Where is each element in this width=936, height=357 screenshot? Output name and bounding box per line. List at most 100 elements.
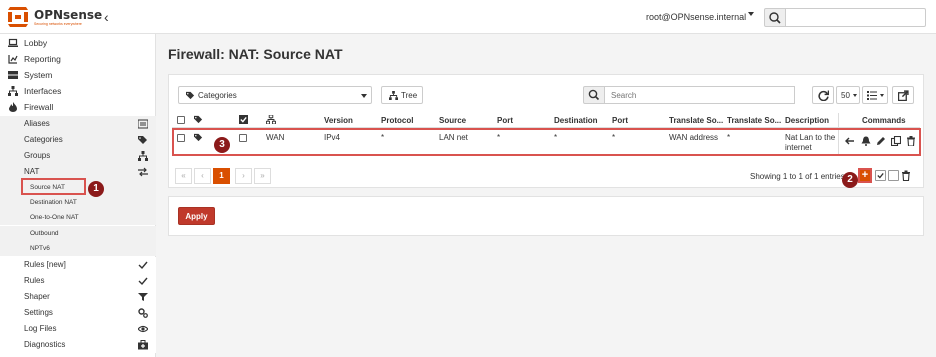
column-header[interactable]: Port	[497, 116, 547, 125]
checked-box-icon	[239, 115, 248, 124]
sidebar-item-outbound[interactable]: Outbound	[0, 226, 156, 241]
sidebar-item-reporting[interactable]: Reporting	[0, 51, 156, 67]
annotation-badge-2: 2	[842, 172, 858, 188]
sitemap-icon	[389, 91, 398, 100]
sidebar-item-destination-nat[interactable]: Destination NAT	[0, 195, 156, 210]
sidebar-item-one-to-one-nat[interactable]: One-to-One NAT	[0, 210, 156, 225]
tags-icon	[138, 136, 147, 144]
rule-row-highlight	[172, 128, 921, 156]
sidebar-item-label: Categories	[24, 135, 63, 144]
pager-last[interactable]: »	[254, 168, 271, 184]
sidebar-item-label: NPTv6	[30, 245, 50, 252]
sidebar-item-interfaces[interactable]: Interfaces	[0, 83, 156, 99]
sidebar-item-firewall[interactable]: Firewall	[0, 99, 156, 115]
column-header[interactable]: Description	[785, 116, 839, 125]
sidebar-item-aliases[interactable]: Aliases	[0, 116, 156, 132]
server-icon	[8, 71, 18, 79]
search-input[interactable]	[605, 86, 795, 104]
opnsense-logo-icon	[8, 7, 28, 27]
exchange-icon	[138, 167, 148, 177]
search-icon	[588, 89, 600, 101]
refresh-button[interactable]	[812, 86, 834, 104]
tree-label: Tree	[401, 91, 418, 100]
pager-next[interactable]: ›	[235, 168, 252, 184]
categories-select[interactable]: Categories	[178, 86, 372, 104]
tag-icon	[186, 91, 195, 100]
sidebar-item-rules[interactable]: Rules	[0, 273, 156, 289]
enable-selected-button[interactable]	[875, 170, 886, 181]
caret-down-icon[interactable]	[748, 12, 754, 16]
search-button[interactable]	[583, 86, 605, 104]
share-icon	[898, 90, 909, 101]
sidebar-item-log-files[interactable]: Log Files	[0, 321, 156, 337]
check-icon	[877, 173, 884, 179]
add-rule-button[interactable]: +	[858, 168, 872, 183]
column-header[interactable]: Port	[612, 116, 662, 125]
page-title: Firewall: NAT: Source NAT	[168, 46, 343, 62]
sidebar-item-shaper[interactable]: Shaper	[0, 289, 156, 305]
sidebar-item-diagnostics[interactable]: Diagnostics	[0, 337, 156, 353]
sidebar-item-label: Settings	[24, 308, 53, 317]
pager-first[interactable]: «	[175, 168, 192, 184]
column-header: Commands	[862, 116, 906, 125]
column-header[interactable]: Source	[439, 116, 489, 125]
sidebar-item-label: Firewall	[24, 102, 54, 112]
chart-icon	[8, 55, 18, 64]
apply-panel	[168, 196, 924, 236]
list-icon	[138, 119, 148, 129]
sidebar-item-label: Shaper	[24, 292, 50, 301]
sidebar-item-nptv6[interactable]: NPTv6	[0, 241, 156, 256]
showing-entries: Showing 1 to 1 of 1 entries	[750, 172, 845, 181]
cogs-icon	[138, 308, 148, 318]
delete-selected-button[interactable]	[901, 170, 912, 182]
sidebar-item-settings[interactable]: Settings	[0, 305, 156, 321]
sidebar-item-label: Lobby	[24, 38, 48, 48]
sidebar-item-label: Rules [new]	[24, 260, 66, 269]
sidebar-item-label: System	[24, 70, 53, 80]
export-button[interactable]	[892, 86, 914, 104]
sidebar-item-lobby[interactable]: Lobby	[0, 35, 156, 51]
column-header[interactable]: Translate So...	[669, 116, 723, 125]
brand-name: OPNsense	[34, 8, 103, 22]
sidebar-item-label: Outbound	[30, 230, 59, 237]
table-header: Version Protocol Source Port Destination…	[172, 113, 920, 128]
sidebar-collapse-icon[interactable]: ‹	[104, 9, 109, 25]
top-search-input[interactable]	[786, 8, 926, 27]
column-header[interactable]: Destination	[554, 116, 609, 125]
brand-tagline: Securing networks everywhere	[34, 22, 82, 26]
sidebar-item-label: Aliases	[24, 119, 50, 128]
annotation-badge-1: 1	[88, 181, 104, 197]
caret-down-icon	[880, 94, 884, 97]
column-header[interactable]: Version	[324, 116, 374, 125]
sidebar-item-label: Diagnostics	[24, 340, 66, 349]
top-bar: OPNsense Securing networks everywhere ‹ …	[0, 0, 936, 34]
tree-button[interactable]: Tree	[381, 86, 423, 104]
search-icon	[769, 12, 781, 24]
sidebar-item-rules-new[interactable]: Rules [new]	[0, 257, 156, 273]
opnsense-logo[interactable]: OPNsense Securing networks everywhere	[6, 5, 102, 29]
pager-prev[interactable]: ‹	[194, 168, 211, 184]
sidebar-item-label: Reporting	[24, 54, 61, 64]
sidebar-item-label: NAT	[24, 167, 40, 176]
trash-icon	[902, 170, 910, 182]
user-menu[interactable]: root@OPNsense.internal	[646, 12, 746, 22]
caret-down-icon	[853, 94, 857, 97]
page-size-select[interactable]: 50	[836, 86, 860, 104]
sidebar-item-label: Rules	[24, 276, 45, 285]
column-header[interactable]: Protocol	[381, 116, 431, 125]
top-search-button[interactable]	[764, 8, 786, 27]
sidebar-item-label: Groups	[24, 151, 51, 160]
check-icon	[138, 277, 148, 286]
sidebar-item-label: Log Files	[24, 324, 57, 333]
pager-current[interactable]: 1	[213, 168, 230, 184]
sidebar-item-label: Interfaces	[24, 86, 62, 96]
categories-label: Categories	[198, 91, 237, 100]
apply-button[interactable]: Apply	[178, 207, 215, 225]
sidebar-item-categories[interactable]: Categories	[0, 132, 156, 148]
disable-selected-button[interactable]	[888, 170, 899, 181]
columns-select[interactable]	[862, 86, 888, 104]
select-all-checkbox[interactable]	[177, 116, 185, 124]
column-header[interactable]: Translate So...	[727, 116, 781, 125]
sidebar-item-system[interactable]: System	[0, 67, 156, 83]
sidebar-item-groups[interactable]: Groups	[0, 148, 156, 164]
